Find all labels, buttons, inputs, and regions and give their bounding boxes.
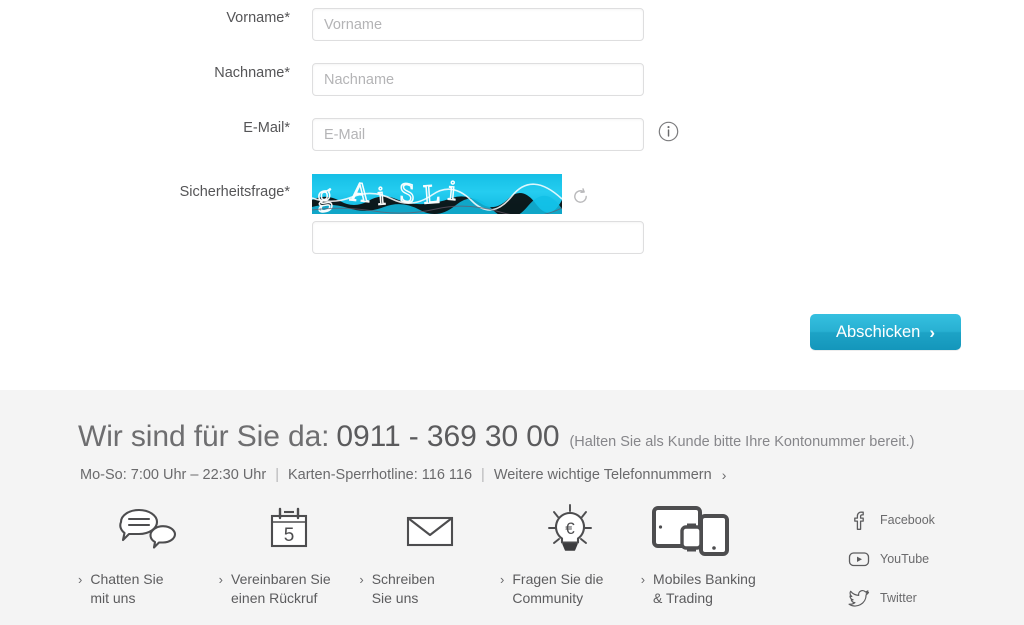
footer-hotline: Karten-Sperrhotline: 116 116	[287, 467, 473, 483]
service-label-line2: Sie uns	[371, 590, 419, 606]
service-label-line2: einen Rückruf	[231, 590, 318, 606]
social-links: Facebook YouTube Twitter	[848, 507, 935, 624]
nachname-input[interactable]	[312, 63, 644, 96]
label-email: E-Mail*	[243, 120, 290, 136]
social-label-twitter: Twitter	[880, 591, 917, 605]
youtube-icon	[848, 548, 870, 570]
separator-2: |	[481, 467, 485, 483]
facebook-icon	[848, 509, 870, 531]
calendar-5-icon: 5	[219, 502, 360, 558]
footer-headline-note: (Halten Sie als Kunde bitte Ihre Kontonu…	[569, 434, 915, 450]
footer-subline: Mo-So: 7:00 Uhr – 22:30 Uhr | Karten-Spe…	[80, 467, 726, 483]
chevron-right-icon: ›	[78, 572, 83, 587]
service-label-community: › Fragen Sie die Community	[500, 570, 641, 608]
vorname-input[interactable]	[312, 8, 644, 41]
submit-button[interactable]: Abschicken ›	[810, 314, 961, 350]
form-row-vorname: Vorname*	[0, 8, 644, 41]
social-link-youtube[interactable]: YouTube	[848, 546, 935, 572]
service-label-line1: Mobiles Banking	[653, 571, 756, 587]
chat-bubbles-icon	[78, 502, 219, 558]
service-label-chat: › Chatten Sie mit uns	[78, 570, 219, 608]
service-item-community[interactable]: € › Fragen Sie die Community	[500, 502, 641, 608]
footer: Wir sind für Sie da: 0911 - 369 30 00 (H…	[0, 390, 1024, 625]
refresh-icon[interactable]	[571, 187, 590, 206]
service-item-mobile-banking[interactable]: › Mobiles Banking & Trading	[641, 502, 798, 608]
contact-form: Vorname* Nachname* E-Mail* Sicherheitsfr…	[0, 0, 1024, 390]
footer-headline-lead: Wir sind für Sie da:	[78, 420, 330, 453]
label-nachname: Nachname*	[214, 65, 290, 81]
svg-text:S: S	[399, 177, 414, 210]
label-sicherheitsfrage: Sicherheitsfrage*	[179, 184, 290, 200]
service-label-line1: Chatten Sie	[90, 571, 164, 587]
submit-button-label: Abschicken	[835, 322, 921, 341]
service-label-line1: Schreiben	[371, 571, 435, 587]
chevron-right-icon: ›	[500, 572, 505, 587]
service-label-mobile-banking: › Mobiles Banking & Trading	[641, 570, 798, 608]
service-label-callback: › Vereinbaren Sie einen Rückruf	[219, 570, 360, 608]
svg-text:€: €	[566, 519, 576, 538]
svg-text:L: L	[423, 178, 442, 209]
social-label-youtube: YouTube	[880, 552, 930, 566]
captcha-challenge-row: g A i S L i	[312, 174, 644, 214]
service-label-line1: Vereinbaren Sie	[231, 571, 331, 587]
form-row-captcha: Sicherheitsfrage* g A i S L i	[0, 174, 644, 254]
chevron-right-icon: ›	[640, 572, 646, 587]
footer-hours: Mo-So: 7:00 Uhr – 22:30 Uhr	[80, 467, 267, 483]
service-item-chat[interactable]: › Chatten Sie mit uns	[78, 502, 219, 608]
form-row-nachname: Nachname*	[0, 63, 644, 96]
svg-text:A: A	[349, 176, 372, 208]
social-link-facebook[interactable]: Facebook	[848, 507, 935, 533]
chevron-right-icon: ›	[218, 572, 224, 587]
service-label-line2: Community	[512, 590, 584, 606]
captcha-block: g A i S L i	[312, 174, 644, 254]
page-root: Vorname* Nachname* E-Mail* Sicherheitsfr…	[0, 0, 1024, 625]
devices-icon	[641, 502, 798, 558]
service-item-callback[interactable]: 5 › Vereinbaren Sie einen Rückruf	[219, 502, 360, 608]
svg-text:g: g	[316, 177, 333, 213]
email-input[interactable]	[312, 118, 644, 151]
service-links: › Chatten Sie mit uns 5 › Vereinbaren Si…	[78, 502, 798, 608]
chevron-right-icon: ›	[359, 572, 364, 587]
service-item-email[interactable]: › Schreiben Sie uns	[359, 502, 500, 608]
chevron-right-icon: ›	[929, 322, 936, 342]
twitter-icon	[848, 587, 870, 609]
captcha-answer-input[interactable]	[312, 221, 644, 254]
envelope-icon	[359, 502, 500, 558]
svg-text:5: 5	[284, 525, 295, 546]
footer-headline: Wir sind für Sie da: 0911 - 369 30 00 (H…	[78, 420, 914, 454]
service-label-line2: & Trading	[653, 590, 713, 606]
service-label-email: › Schreiben Sie uns	[359, 570, 500, 608]
separator-1: |	[275, 467, 279, 483]
chevron-right-icon: ›	[721, 467, 727, 483]
footer-phone-number: 0911 - 369 30 00	[336, 420, 560, 453]
captcha-image: g A i S L i	[312, 174, 562, 214]
info-icon[interactable]	[658, 121, 679, 142]
lightbulb-euro-icon: €	[500, 502, 641, 558]
social-link-twitter[interactable]: Twitter	[848, 585, 935, 611]
label-vorname: Vorname*	[226, 10, 290, 26]
more-numbers-link[interactable]: Weitere wichtige Telefonnummern	[494, 467, 712, 483]
form-row-email: E-Mail*	[0, 118, 679, 151]
social-label-facebook: Facebook	[880, 513, 935, 527]
service-label-line2: mit uns	[90, 590, 136, 606]
service-label-line1: Fragen Sie die	[512, 571, 604, 587]
